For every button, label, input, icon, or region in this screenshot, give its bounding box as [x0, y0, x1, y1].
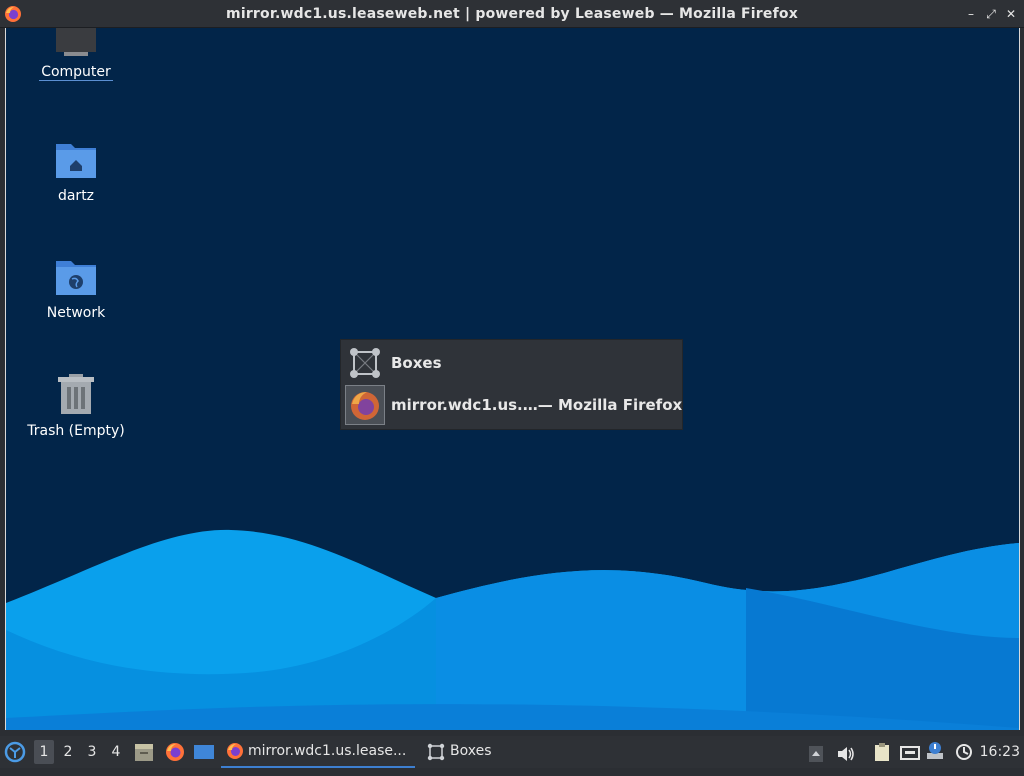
- desktop-icon-trash[interactable]: Trash (Empty): [6, 373, 146, 439]
- network-wired-icon: [900, 746, 920, 760]
- restore-button[interactable]: ⤢: [982, 5, 1000, 23]
- boxes-icon: [427, 743, 445, 761]
- desktop-icon-label: Computer: [39, 64, 113, 81]
- task-label: Boxes: [450, 743, 492, 759]
- update-icon: [956, 744, 972, 760]
- workspace-3[interactable]: 3: [82, 740, 102, 764]
- tray-scroll-button[interactable]: [808, 743, 824, 762]
- notification-applet[interactable]: [925, 741, 945, 763]
- window-titlebar: mirror.wdc1.us.leaseweb.net | powered by…: [0, 0, 1024, 28]
- scroll-up-icon: [809, 746, 823, 762]
- file-manager-icon: [135, 744, 153, 761]
- workspace-4[interactable]: 4: [106, 740, 126, 764]
- taskbar-task-firefox[interactable]: mirror.wdc1.us.lease...: [221, 736, 415, 768]
- notification-icon: [927, 742, 943, 759]
- clipboard-applet[interactable]: [873, 742, 891, 762]
- window-switcher: Boxes mirror.wdc1.us.…— Mozilla Firefox: [340, 339, 683, 430]
- network-applet[interactable]: [899, 743, 921, 761]
- minimize-button[interactable]: –: [962, 5, 980, 23]
- switcher-item-label: mirror.wdc1.us.…— Mozilla Firefox: [391, 396, 683, 414]
- workspace-2[interactable]: 2: [58, 740, 78, 764]
- desktop-icon-label: dartz: [57, 188, 95, 204]
- desktop-icon-label: Trash (Empty): [27, 423, 125, 439]
- clock[interactable]: 16:23: [980, 736, 1020, 768]
- computer-icon: [56, 28, 96, 56]
- desktop-icon-network[interactable]: Network: [6, 257, 146, 321]
- taskbar-task-boxes[interactable]: Boxes: [422, 736, 512, 766]
- firefox-launcher[interactable]: [164, 741, 186, 763]
- volume-control[interactable]: [836, 743, 856, 761]
- firefox-icon: [345, 385, 385, 425]
- app-menu-button[interactable]: [4, 740, 26, 764]
- switcher-item-firefox[interactable]: mirror.wdc1.us.…— Mozilla Firefox: [343, 384, 683, 426]
- home-folder-icon: [56, 144, 96, 178]
- show-desktop-icon: [194, 745, 214, 759]
- desktop-icon-computer[interactable]: Computer: [6, 28, 146, 81]
- network-folder-icon: [56, 261, 96, 295]
- update-applet[interactable]: [954, 742, 974, 762]
- firefox-icon: [166, 743, 184, 761]
- firefox-icon: [227, 743, 243, 759]
- close-button[interactable]: ✕: [1002, 5, 1020, 23]
- taskbar: 1 2 3 4 mirror.wdc1.us.lease... Boxes 16…: [0, 736, 1024, 768]
- switcher-item-label: Boxes: [391, 354, 442, 372]
- workspace-1[interactable]: 1: [34, 740, 54, 764]
- trash-icon: [58, 374, 94, 414]
- boxes-icon: [345, 343, 385, 383]
- desktop-icon-dartz[interactable]: dartz: [6, 140, 146, 204]
- file-manager-launcher[interactable]: [134, 741, 154, 763]
- clipboard-icon: [875, 743, 889, 761]
- window-title: mirror.wdc1.us.leaseweb.net | powered by…: [226, 6, 798, 22]
- switcher-item-boxes[interactable]: Boxes: [343, 342, 681, 384]
- show-desktop-launcher[interactable]: [193, 742, 215, 762]
- volume-icon: [838, 747, 854, 761]
- desktop-icon-label: Network: [46, 305, 106, 321]
- app-menu-icon: [4, 741, 26, 763]
- task-label: mirror.wdc1.us.lease...: [248, 743, 407, 759]
